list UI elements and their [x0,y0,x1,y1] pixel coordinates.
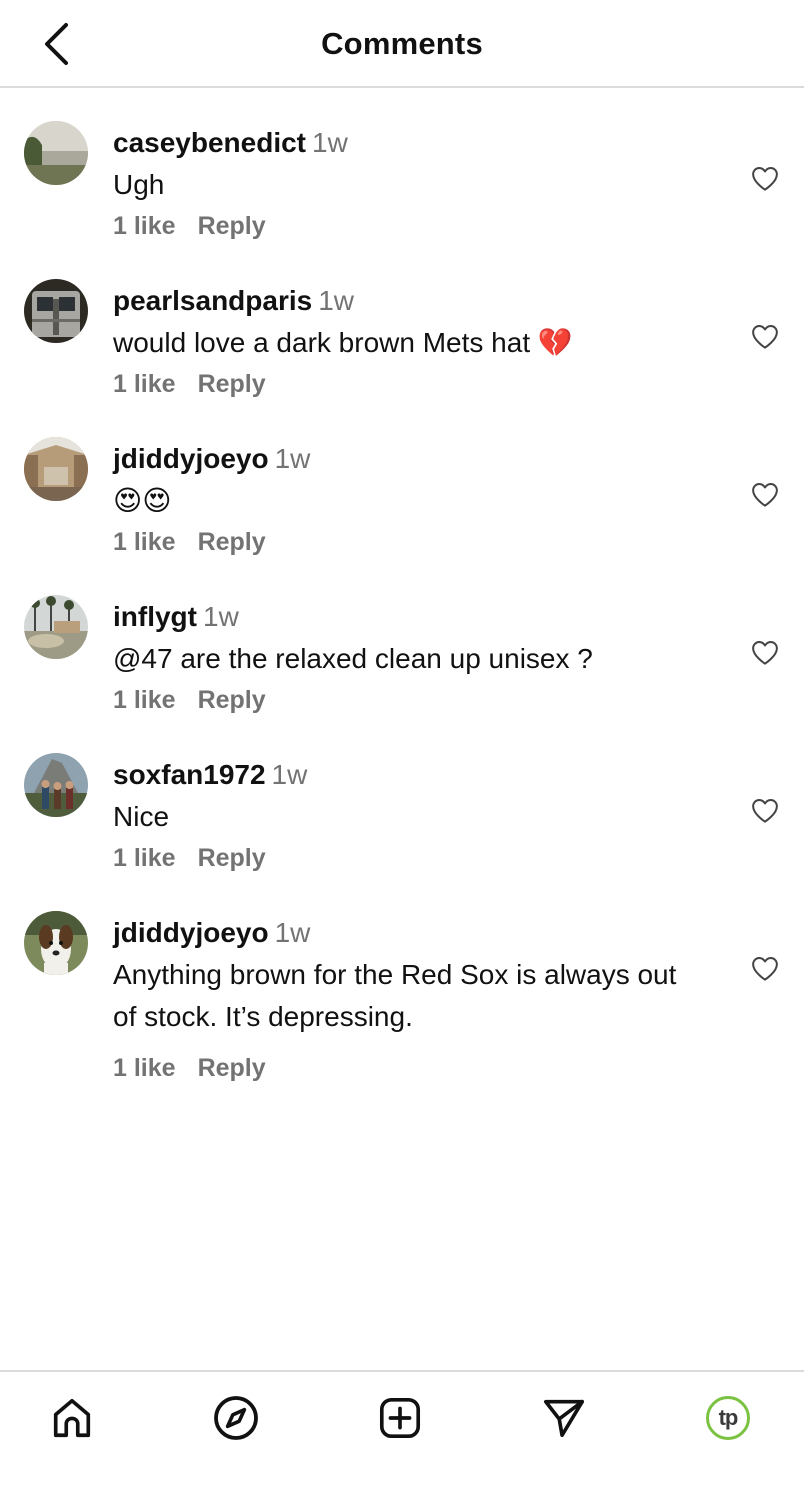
tab-explore[interactable] [212,1394,260,1442]
like-count[interactable]: 1 like [113,528,176,556]
comment-time: 1w [318,285,354,316]
reply-button[interactable]: Reply [198,528,266,556]
like-count[interactable]: 1 like [113,1054,176,1082]
header: Comments [0,0,804,88]
comment-username[interactable]: caseybenedict [113,127,306,158]
comment-time: 1w [312,127,348,158]
comment-item: caseybenedict 1w Ugh 1 like Reply [0,88,804,246]
comment-text: would love a dark brown Mets hat 💔 [113,327,573,358]
heart-icon[interactable] [750,638,780,668]
comment-username[interactable]: pearlsandparis [113,285,312,316]
heart-icon[interactable] [750,954,780,984]
comment-text: Anything brown for the Red Sox is always… [113,959,677,1032]
like-count[interactable]: 1 like [113,844,176,872]
page-title: Comments [321,26,483,61]
send-icon [543,1399,585,1438]
avatar[interactable] [24,121,88,185]
comment-username[interactable]: inflygt [113,601,197,632]
reply-button[interactable]: Reply [198,844,266,872]
heart-icon[interactable] [750,796,780,826]
comment-time: 1w [203,601,239,632]
comment-item: jdiddyjoeyo 1w Anything brown for the Red… [0,878,804,1088]
compass-icon [214,1396,258,1440]
reply-button[interactable]: Reply [198,370,266,398]
like-count[interactable]: 1 like [113,212,176,240]
comment-text: 😍😍 [113,485,172,516]
heart-icon[interactable] [750,322,780,352]
bottom-tab-bar: tp [0,1370,804,1502]
comment-time: 1w [274,443,311,474]
comment-time: 1w [271,759,308,790]
like-count[interactable]: 1 like [113,686,176,714]
comment-item: pearlsandparis 1w would love a dark brown… [0,246,804,404]
comments-screen: Comments caseybenedict 1w Ugh 1 like Reply [0,0,804,1502]
comment-text: Ugh [113,169,165,200]
home-icon [53,1398,91,1438]
comment-time: 1w [274,917,311,948]
reply-button[interactable]: Reply [198,686,266,714]
comment-text: Nice [113,801,170,832]
reply-button[interactable]: Reply [198,212,266,240]
comment-item: soxfan1972 1w Nice 1 like Reply [0,720,804,878]
avatar[interactable] [24,753,88,817]
comment-text: @47 are the relaxed clean up unisex ? [113,643,593,674]
tab-home[interactable] [48,1394,96,1442]
reply-button[interactable]: Reply [198,1054,266,1082]
comment-list: caseybenedict 1w Ugh 1 like Reply pearls… [0,88,804,1088]
heart-icon[interactable] [750,480,780,510]
profile-avatar-label: tp [718,1405,739,1430]
like-count[interactable]: 1 like [113,370,176,398]
tab-direct[interactable] [540,1394,588,1442]
comment-item: jdiddyjoeyo 1w 😍😍 1 like Reply [0,404,804,562]
comment-username[interactable]: soxfan1972 [113,759,266,790]
tab-new-post[interactable] [376,1394,424,1442]
heart-icon[interactable] [750,164,780,194]
comment-username[interactable]: jdiddyjoeyo [113,443,269,474]
add-post-icon [379,1397,421,1439]
avatar[interactable] [24,437,88,501]
avatar[interactable] [24,911,88,975]
avatar[interactable] [24,595,88,659]
profile-avatar: tp [706,1396,750,1440]
avatar[interactable] [24,279,88,343]
comment-item: inflygt 1w @47 are the relaxed clean up u… [0,562,804,720]
comment-username[interactable]: jdiddyjoeyo [113,917,269,948]
tab-profile[interactable]: tp [704,1394,752,1442]
